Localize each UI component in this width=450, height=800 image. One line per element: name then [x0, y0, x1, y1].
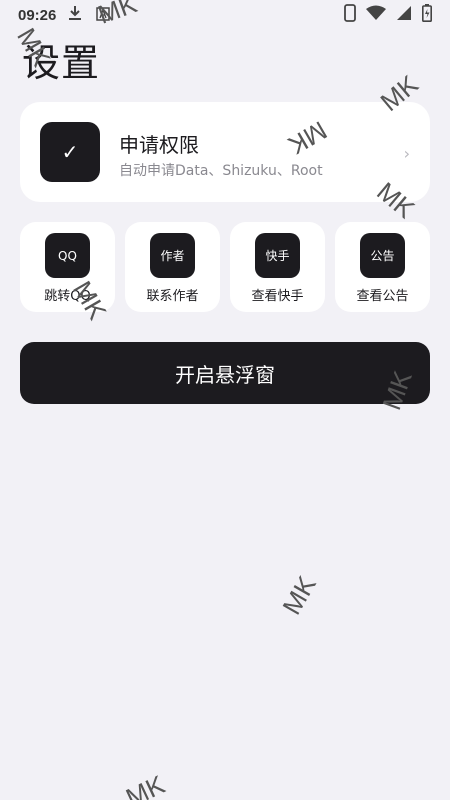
status-time: 09:26 [18, 6, 57, 24]
quick-action-label: 查看快手 [251, 289, 304, 304]
announcement-icon: 公告 [360, 233, 405, 278]
download-icon [68, 5, 82, 25]
kuaishou-icon: 快手 [255, 233, 300, 278]
wifi-icon [366, 5, 386, 25]
status-bar: 09:26 [0, 0, 450, 30]
open-floating-window-button[interactable]: 开启悬浮窗 [20, 342, 430, 404]
permission-title: 申请权限 [119, 133, 199, 157]
chevron-right-icon: › [403, 144, 410, 163]
quick-action-contact-author[interactable]: 作者 联系作者 [125, 222, 220, 312]
quick-action-kuaishou[interactable]: 快手 查看快手 [230, 222, 325, 312]
author-icon: 作者 [150, 233, 195, 278]
quick-action-label: 跳转QQ [44, 289, 91, 304]
quick-action-qq[interactable]: QQ 跳转QQ [20, 222, 115, 312]
check-icon: ✓ [40, 122, 100, 182]
quick-action-label: 查看公告 [356, 289, 409, 304]
page-title: 设置 [22, 41, 101, 85]
qq-icon: QQ [45, 233, 90, 278]
check-icon-glyph: ✓ [61, 140, 79, 164]
permission-subtitle: 自动申请Data、Shizuku、Root [119, 163, 323, 179]
font-a-icon [96, 6, 111, 25]
permission-card[interactable]: ✓ 申请权限 自动申请Data、Shizuku、Root › [20, 102, 430, 202]
quick-actions-row: QQ 跳转QQ 作者 联系作者 快手 查看快手 公告 查看公告 [20, 222, 430, 312]
phone-icon [344, 4, 356, 26]
signal-icon [396, 5, 412, 25]
quick-action-announcement[interactable]: 公告 查看公告 [335, 222, 430, 312]
watermark: MK [276, 570, 322, 620]
battery-icon [422, 4, 432, 26]
quick-action-label: 联系作者 [146, 289, 199, 304]
watermark: MK [121, 769, 170, 800]
